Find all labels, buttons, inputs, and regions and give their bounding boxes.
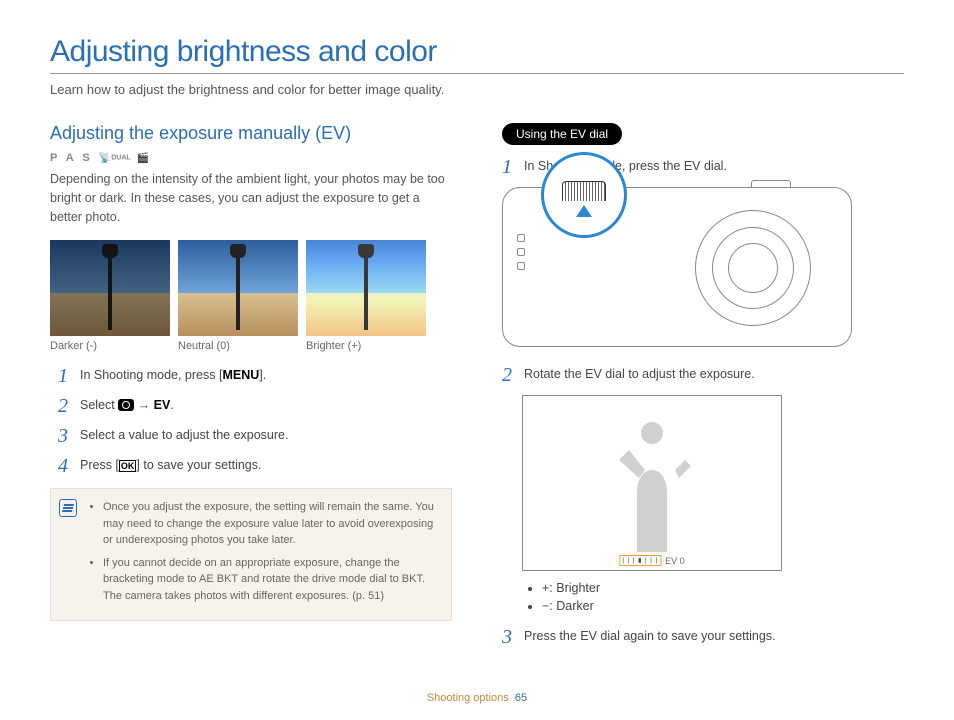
step-2: 2 Select → EV. [58, 396, 452, 416]
note-icon [59, 499, 77, 517]
sample-caption: Neutral (0) [178, 340, 298, 352]
section-description: Depending on the intensity of the ambien… [50, 170, 452, 226]
step-number: 1 [58, 366, 72, 386]
sample-caption: Darker (-) [50, 340, 170, 352]
step-number: 4 [58, 456, 72, 476]
step-number: 3 [502, 627, 516, 647]
step-3: 3 Select a value to adjust the exposure. [58, 426, 452, 446]
sample-image-dark [50, 240, 170, 336]
side-buttons [517, 234, 527, 294]
section-title-ev: Adjusting the exposure manually (EV) [50, 123, 452, 144]
step-number: 1 [502, 157, 516, 177]
step-number: 2 [502, 365, 516, 385]
page-intro: Learn how to adjust the brightness and c… [50, 82, 904, 97]
bullet-darker: −: Darker [542, 599, 904, 613]
step-1: 1 In Shooting mode, press [MENU]. [58, 366, 452, 386]
ev-dial-icon [562, 181, 606, 201]
lens-outline [695, 210, 811, 326]
ev-label: EV [154, 398, 171, 412]
ok-icon: OK [119, 460, 137, 472]
person-silhouette [607, 422, 697, 552]
mode-indicators: P A S 📡DUAL 🎬 [50, 152, 452, 164]
footer-section: Shooting options [427, 692, 509, 704]
page-title: Adjusting brightness and color [50, 35, 904, 74]
ev-dial-heading: Using the EV dial [502, 123, 622, 145]
sample-brighter: Brighter (+) [306, 240, 426, 352]
ev-dial-highlight [541, 152, 627, 238]
step-4: 4 Press [OK] to save your settings. [58, 456, 452, 476]
menu-label: MENU [222, 368, 259, 382]
camera-diagram [502, 187, 852, 347]
ev-value-label: EV 0 [665, 556, 685, 566]
sample-darker: Darker (-) [50, 240, 170, 352]
sample-neutral: Neutral (0) [178, 240, 298, 352]
ev-direction-list: +: Brighter −: Darker [542, 581, 904, 613]
right-step-2: 2 Rotate the EV dial to adjust the expos… [502, 365, 904, 385]
sample-image-neutral [178, 240, 298, 336]
note-item: Once you adjust the exposure, the settin… [103, 499, 439, 549]
shutter-button-outline [751, 180, 791, 188]
sample-images-row: Darker (-) Neutral (0) Brighter (+) [50, 240, 452, 352]
right-step-3: 3 Press the EV dial again to save your s… [502, 627, 904, 647]
footer-page-number: 65 [515, 692, 527, 704]
sample-caption: Brighter (+) [306, 340, 426, 352]
ev-scale: | | | ▮ | | | EV 0 [619, 555, 684, 566]
right-column: Using the EV dial 1 In Shooting mode, pr… [502, 123, 904, 657]
left-column: Adjusting the exposure manually (EV) P A… [50, 123, 452, 657]
sample-image-bright [306, 240, 426, 336]
step-number: 2 [58, 396, 72, 416]
note-item: If you cannot decide on an appropriate e… [103, 555, 439, 605]
arrow-up-icon [576, 205, 592, 217]
screen-diagram: | | | ▮ | | | EV 0 [522, 395, 782, 571]
bullet-brighter: +: Brighter [542, 581, 904, 595]
page-footer: Shooting options 65 [0, 692, 954, 704]
camera-icon [118, 399, 134, 411]
step-number: 3 [58, 426, 72, 446]
menu-steps: 1 In Shooting mode, press [MENU]. 2 Sele… [50, 366, 452, 476]
ev-scale-box: | | | ▮ | | | [619, 555, 661, 566]
note-box: Once you adjust the exposure, the settin… [50, 488, 452, 621]
